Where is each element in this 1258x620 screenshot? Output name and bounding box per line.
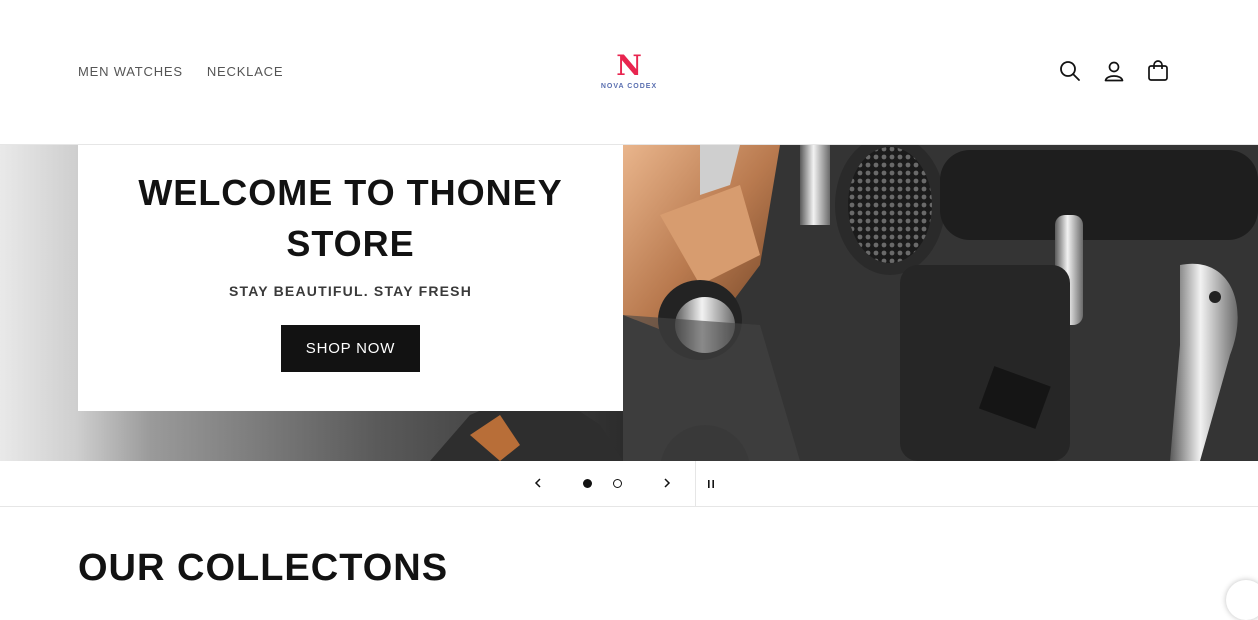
hero-subtitle: STAY BEAUTIFUL. STAY FRESH bbox=[228, 283, 473, 299]
nav-link-men-watches[interactable]: MEN WATCHES bbox=[78, 64, 183, 79]
search-icon[interactable] bbox=[1058, 59, 1082, 83]
hero-content-card: WELCOME TO THONEY STORE STAY BEAUTIFUL. … bbox=[78, 145, 623, 411]
nav-link-necklace[interactable]: NECKLACE bbox=[207, 64, 283, 79]
shop-now-button[interactable]: SHOP NOW bbox=[281, 325, 420, 372]
cart-icon[interactable] bbox=[1146, 59, 1170, 83]
logo-mark: N bbox=[616, 49, 642, 82]
main-nav: MEN WATCHES NECKLACE bbox=[78, 64, 283, 79]
slideshow-controls bbox=[0, 461, 1258, 507]
header-icons bbox=[1058, 59, 1170, 83]
hero-title: WELCOME TO THONEY STORE bbox=[138, 172, 563, 264]
slide-dot-2[interactable] bbox=[613, 479, 622, 488]
pause-icon[interactable] bbox=[703, 476, 719, 492]
hero-banner: WELCOME TO THONEY STORE STAY BEAUTIFUL. … bbox=[0, 145, 1258, 461]
chevron-right-icon[interactable] bbox=[659, 475, 675, 491]
account-icon[interactable] bbox=[1102, 59, 1126, 83]
store-logo[interactable]: N NOVA CODEX bbox=[600, 52, 658, 96]
collections-heading: OUR COLLECTONS bbox=[78, 547, 449, 589]
slide-dot-1[interactable] bbox=[583, 479, 592, 488]
chevron-left-icon[interactable] bbox=[530, 475, 546, 491]
logo-text: NOVA CODEX bbox=[600, 83, 658, 90]
site-header: MEN WATCHES NECKLACE N NOVA CODEX bbox=[0, 0, 1258, 145]
chat-widget[interactable] bbox=[1226, 580, 1258, 620]
controls-divider bbox=[695, 461, 696, 506]
